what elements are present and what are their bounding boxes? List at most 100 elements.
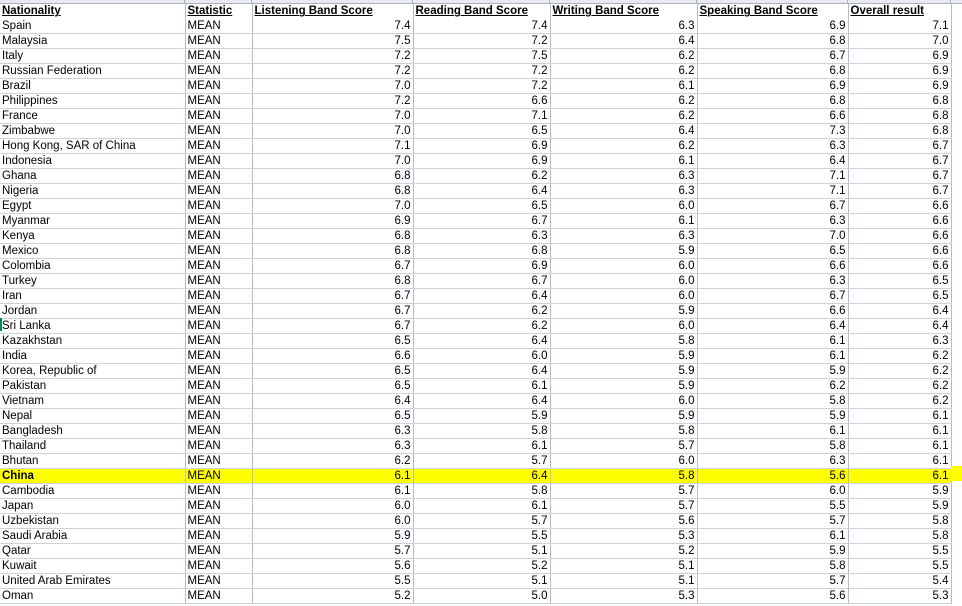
cell-speaking[interactable]: 5.6	[697, 588, 849, 605]
cell-overall[interactable]: 6.6	[848, 243, 952, 260]
cell-reading[interactable]: 5.0	[413, 588, 551, 605]
cell-writing[interactable]: 5.9	[550, 348, 698, 365]
cell-reading[interactable]: 7.5	[413, 48, 551, 65]
cell-reading[interactable]: 6.4	[413, 333, 551, 350]
cell-overall[interactable]: 6.5	[848, 273, 952, 290]
cell-reading[interactable]: 6.4	[413, 468, 551, 485]
table-row[interactable]: Sri Lanka MEAN 6.7 6.2 6.0 6.4 6.4	[0, 318, 952, 335]
cell-nationality[interactable]: United Arab Emirates	[0, 573, 186, 590]
cell-listening[interactable]: 7.0	[252, 123, 414, 140]
cell-nationality[interactable]: Myanmar	[0, 213, 186, 230]
cell-reading[interactable]: 5.9	[413, 408, 551, 425]
cell-writing[interactable]: 6.0	[550, 258, 698, 275]
cell-speaking[interactable]: 6.0	[697, 483, 849, 500]
cell-nationality[interactable]: France	[0, 108, 186, 125]
cell-listening[interactable]: 6.5	[252, 363, 414, 380]
cell-listening[interactable]: 5.6	[252, 558, 414, 575]
cell-speaking[interactable]: 7.3	[697, 123, 849, 140]
cell-nationality[interactable]: Kazakhstan	[0, 333, 186, 350]
cell-nationality[interactable]: Cambodia	[0, 483, 186, 500]
table-row[interactable]: China MEAN 6.1 6.4 5.8 5.6 6.1	[0, 468, 952, 485]
cell-statistic[interactable]: MEAN	[185, 273, 253, 290]
cell-writing[interactable]: 6.4	[550, 123, 698, 140]
cell-nationality[interactable]: Philippines	[0, 93, 186, 110]
table-row[interactable]: Brazil MEAN 7.0 7.2 6.1 6.9 6.9	[0, 78, 952, 95]
cell-nationality[interactable]: Uzbekistan	[0, 513, 186, 530]
cell-statistic[interactable]: MEAN	[185, 348, 253, 365]
cell-overall[interactable]: 7.0	[848, 33, 952, 50]
cell-reading[interactable]: 5.7	[413, 513, 551, 530]
cell-writing[interactable]: 5.9	[550, 243, 698, 260]
cell-listening[interactable]: 6.5	[252, 408, 414, 425]
cell-statistic[interactable]: MEAN	[185, 513, 253, 530]
cell-nationality[interactable]: Indonesia	[0, 153, 186, 170]
cell-nationality[interactable]: Bangladesh	[0, 423, 186, 440]
cell-overall[interactable]: 6.6	[848, 213, 952, 230]
cell-writing[interactable]: 6.0	[550, 198, 698, 215]
cell-reading[interactable]: 5.8	[413, 423, 551, 440]
cell-speaking[interactable]: 5.9	[697, 543, 849, 560]
column-header-speaking[interactable]: Speaking Band Score	[697, 4, 849, 19]
cell-writing[interactable]: 6.2	[550, 93, 698, 110]
cell-speaking[interactable]: 6.1	[697, 528, 849, 545]
cell-overall[interactable]: 6.3	[848, 333, 952, 350]
table-row[interactable]: Egypt MEAN 7.0 6.5 6.0 6.7 6.6	[0, 198, 952, 215]
column-header-statistic[interactable]: Statistic	[185, 4, 253, 19]
cell-reading[interactable]: 6.7	[413, 273, 551, 290]
cell-speaking[interactable]: 6.9	[697, 78, 849, 95]
cell-nationality[interactable]: Vietnam	[0, 393, 186, 410]
cell-overall[interactable]: 6.6	[848, 228, 952, 245]
cell-statistic[interactable]: MEAN	[185, 393, 253, 410]
cell-statistic[interactable]: MEAN	[185, 438, 253, 455]
cell-nationality[interactable]: Jordan	[0, 303, 186, 320]
table-row[interactable]: Qatar MEAN 5.7 5.1 5.2 5.9 5.5	[0, 543, 952, 560]
cell-writing[interactable]: 5.1	[550, 558, 698, 575]
cell-overall[interactable]: 7.1	[848, 18, 952, 35]
cell-nationality[interactable]: Ghana	[0, 168, 186, 185]
cell-nationality[interactable]: Bhutan	[0, 453, 186, 470]
cell-speaking[interactable]: 5.9	[697, 408, 849, 425]
cell-reading[interactable]: 5.1	[413, 573, 551, 590]
cell-reading[interactable]: 6.5	[413, 123, 551, 140]
cell-writing[interactable]: 5.7	[550, 483, 698, 500]
cell-speaking[interactable]: 6.5	[697, 243, 849, 260]
cell-reading[interactable]: 6.0	[413, 348, 551, 365]
cell-reading[interactable]: 6.9	[413, 153, 551, 170]
cell-writing[interactable]: 6.0	[550, 288, 698, 305]
cell-overall[interactable]: 6.1	[848, 453, 952, 470]
cell-reading[interactable]: 7.2	[413, 63, 551, 80]
cell-speaking[interactable]: 5.9	[697, 363, 849, 380]
cell-writing[interactable]: 5.7	[550, 498, 698, 515]
cell-overall[interactable]: 6.1	[848, 423, 952, 440]
cell-listening[interactable]: 6.3	[252, 438, 414, 455]
cell-overall[interactable]: 6.7	[848, 153, 952, 170]
cell-listening[interactable]: 7.1	[252, 138, 414, 155]
cell-overall[interactable]: 6.9	[848, 78, 952, 95]
table-row[interactable]: Kazakhstan MEAN 6.5 6.4 5.8 6.1 6.3	[0, 333, 952, 350]
table-row[interactable]: Hong Kong, SAR of China MEAN 7.1 6.9 6.2 6.3 6…	[0, 138, 952, 155]
cell-listening[interactable]: 6.5	[252, 378, 414, 395]
cell-statistic[interactable]: MEAN	[185, 588, 253, 605]
cell-speaking[interactable]: 6.8	[697, 33, 849, 50]
cell-reading[interactable]: 6.4	[413, 183, 551, 200]
cell-statistic[interactable]: MEAN	[185, 543, 253, 560]
cell-speaking[interactable]: 5.8	[697, 438, 849, 455]
cell-writing[interactable]: 5.3	[550, 588, 698, 605]
cell-speaking[interactable]: 6.3	[697, 138, 849, 155]
cell-listening[interactable]: 7.2	[252, 93, 414, 110]
cell-reading[interactable]: 7.4	[413, 18, 551, 35]
cell-reading[interactable]: 6.4	[413, 363, 551, 380]
cell-speaking[interactable]: 5.5	[697, 498, 849, 515]
cell-statistic[interactable]: MEAN	[185, 63, 253, 80]
cell-listening[interactable]: 6.1	[252, 483, 414, 500]
cell-listening[interactable]: 6.8	[252, 243, 414, 260]
cell-statistic[interactable]: MEAN	[185, 48, 253, 65]
cell-nationality[interactable]: Russian Federation	[0, 63, 186, 80]
cell-speaking[interactable]: 5.6	[697, 468, 849, 485]
cell-speaking[interactable]: 6.7	[697, 288, 849, 305]
cell-nationality[interactable]: India	[0, 348, 186, 365]
cell-listening[interactable]: 6.8	[252, 273, 414, 290]
cell-speaking[interactable]: 7.1	[697, 183, 849, 200]
cell-writing[interactable]: 6.1	[550, 153, 698, 170]
cell-reading[interactable]: 6.8	[413, 243, 551, 260]
